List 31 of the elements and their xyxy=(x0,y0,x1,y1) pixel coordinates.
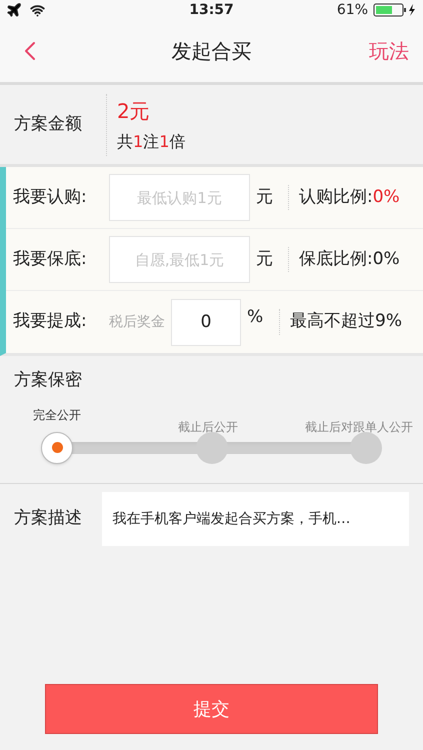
description-label: 方案描述 xyxy=(14,507,83,530)
wifi-icon xyxy=(30,2,45,18)
description-field[interactable]: 我在手机客户端发起合买方案，手机… xyxy=(102,492,409,546)
how-to-play-link[interactable]: 玩法 xyxy=(369,36,409,66)
commission-note: 最高不超过9% xyxy=(279,309,402,335)
privacy-option-label: 截止后对跟单人公开 xyxy=(304,418,414,436)
commission-input[interactable]: 0 xyxy=(171,298,241,346)
ratio-label: 认购比例:0% xyxy=(288,184,400,210)
slider-stop[interactable] xyxy=(350,432,382,464)
form-label: 我要提成: xyxy=(13,310,88,334)
unit-label: 元 xyxy=(256,248,274,271)
unit-label: 元 xyxy=(256,186,274,209)
privacy-option-label: 完全公开 xyxy=(32,406,82,424)
battery-charging-icon xyxy=(373,3,417,17)
status-time: 13:57 xyxy=(189,0,234,20)
commission-hint: 税后奖金 xyxy=(109,312,165,332)
amount-value: 2元 xyxy=(117,98,151,124)
battery-percent: 61% xyxy=(336,0,368,20)
form-label: 我要保底: xyxy=(13,248,88,271)
form-label: 我要认购: xyxy=(13,186,88,209)
amount-input[interactable]: 自愿,最低1元 xyxy=(109,236,250,283)
amount-input[interactable]: 最低认购1元 xyxy=(109,174,250,221)
slider-stop[interactable] xyxy=(41,432,73,464)
privacy-label: 方案保密 xyxy=(14,369,83,392)
bet-summary: 共1注1倍 xyxy=(117,130,186,152)
unit-label: % xyxy=(247,306,264,329)
privacy-option-label: 截止后公开 xyxy=(177,418,239,436)
ratio-label: 保底比例:0% xyxy=(288,246,400,272)
page-title: 发起合买 xyxy=(172,38,252,65)
airplane-mode-icon xyxy=(6,2,22,18)
amount-label: 方案金额 xyxy=(14,112,83,136)
